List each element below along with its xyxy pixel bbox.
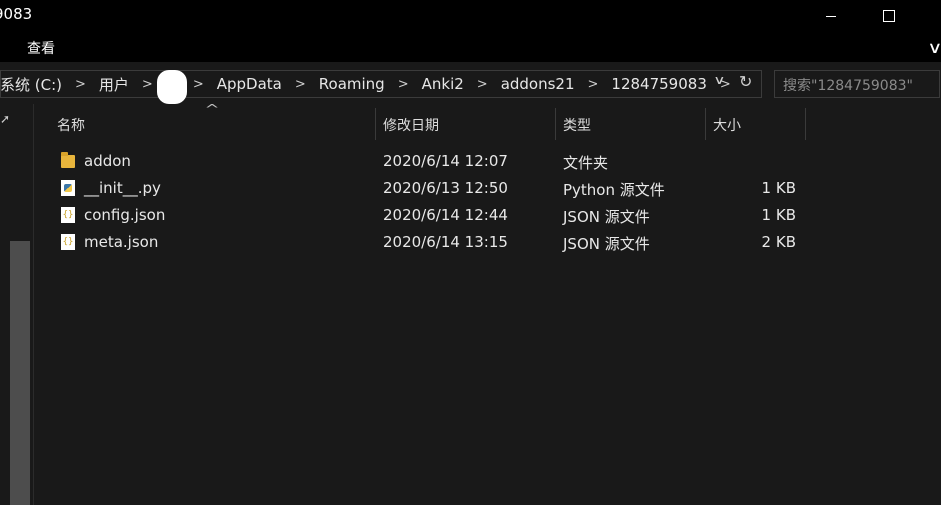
search-placeholder: 搜索"1284759083" — [783, 78, 913, 94]
chevron-right-icon[interactable]: > — [285, 77, 316, 92]
file-date: 2020/6/14 13:15 — [383, 233, 508, 251]
chevron-right-icon[interactable]: > — [578, 77, 609, 92]
chevron-down-icon[interactable]: ∨ — [927, 38, 941, 57]
file-row[interactable]: {} config.json 2020/6/14 12:44 JSON 源文件 … — [34, 202, 941, 229]
navigation-scrollbar[interactable] — [10, 241, 30, 505]
breadcrumb-current[interactable]: 1284759083 — [608, 75, 709, 93]
file-size: 2 KB — [761, 233, 796, 251]
file-row[interactable]: {} meta.json 2020/6/14 13:15 JSON 源文件 2 … — [34, 229, 941, 256]
chevron-right-icon[interactable]: > — [467, 77, 498, 92]
title-bar: 9083 — [0, 0, 941, 32]
tab-view[interactable]: 查看 — [27, 38, 55, 58]
file-size: 1 KB — [761, 179, 796, 197]
window-title: 9083 — [0, 5, 33, 23]
address-bar[interactable]: 系统 (C:) > 用户 > > AppData > Roaming > Ank… — [0, 70, 762, 104]
column-header-size[interactable]: 大小 — [713, 110, 741, 140]
file-date: 2020/6/13 12:50 — [383, 179, 508, 197]
address-toolbar: 系统 (C:) > 用户 > > AppData > Roaming > Ank… — [0, 62, 941, 104]
breadcrumb-drive[interactable]: 系统 (C:) — [0, 74, 65, 95]
chevron-right-icon[interactable]: > — [388, 77, 419, 92]
column-header-name[interactable]: 名称 — [57, 110, 85, 140]
file-size: 1 KB — [761, 206, 796, 224]
chevron-right-icon[interactable]: > — [65, 77, 96, 92]
breadcrumb-roaming[interactable]: Roaming — [316, 75, 388, 93]
file-date: 2020/6/14 12:07 — [383, 152, 508, 170]
redacted-username[interactable] — [156, 70, 187, 104]
column-divider[interactable] — [555, 108, 556, 140]
file-name: __init__.py — [84, 179, 161, 197]
file-type: JSON 源文件 — [563, 235, 650, 253]
search-input[interactable]: 搜索"1284759083" — [774, 70, 940, 98]
maximize-button[interactable] — [866, 0, 912, 32]
breadcrumb-appdata[interactable]: AppData — [214, 75, 285, 93]
breadcrumb-addons21[interactable]: addons21 — [498, 75, 578, 93]
file-row[interactable]: addon 2020/6/14 12:07 文件夹 — [34, 148, 941, 175]
file-name: config.json — [84, 206, 166, 224]
folder-icon — [61, 152, 75, 168]
breadcrumb-users[interactable]: 用户 — [96, 74, 132, 95]
maximize-icon — [883, 10, 895, 22]
file-date: 2020/6/14 12:44 — [383, 206, 508, 224]
navigation-pane: ➚ — [0, 104, 34, 505]
file-type: 文件夹 — [563, 154, 609, 172]
file-type: Python 源文件 — [563, 181, 665, 199]
file-list: ^ 名称 修改日期 类型 大小 addon 2020/6/14 12:07 文件… — [34, 102, 941, 505]
chevron-right-icon[interactable]: > — [183, 77, 214, 92]
python-file-icon — [61, 180, 75, 196]
sort-ascending-icon: ^ — [204, 102, 220, 116]
file-row[interactable]: __init__.py 2020/6/13 12:50 Python 源文件 1… — [34, 175, 941, 202]
column-header-date[interactable]: 修改日期 — [383, 110, 439, 140]
file-name: addon — [84, 152, 131, 170]
json-file-icon: {} — [61, 234, 75, 250]
column-divider[interactable] — [705, 108, 706, 140]
pin-arrow-icon[interactable]: ➚ — [0, 112, 10, 126]
file-type: JSON 源文件 — [563, 208, 650, 226]
column-divider[interactable] — [375, 108, 376, 140]
column-header-type[interactable]: 类型 — [563, 110, 591, 140]
ribbon: 查看 ∨ — [0, 32, 941, 62]
column-divider[interactable] — [805, 108, 806, 140]
breadcrumb: 系统 (C:) > 用户 > > AppData > Roaming > Ank… — [0, 70, 741, 104]
json-file-icon: {} — [61, 207, 75, 223]
breadcrumb-anki2[interactable]: Anki2 — [419, 75, 467, 93]
refresh-icon[interactable]: ↻ — [739, 72, 752, 91]
file-name: meta.json — [84, 233, 159, 251]
address-history-dropdown-icon[interactable]: ∨ — [713, 73, 725, 87]
minimize-button[interactable] — [808, 0, 854, 32]
minimize-icon — [826, 15, 836, 17]
